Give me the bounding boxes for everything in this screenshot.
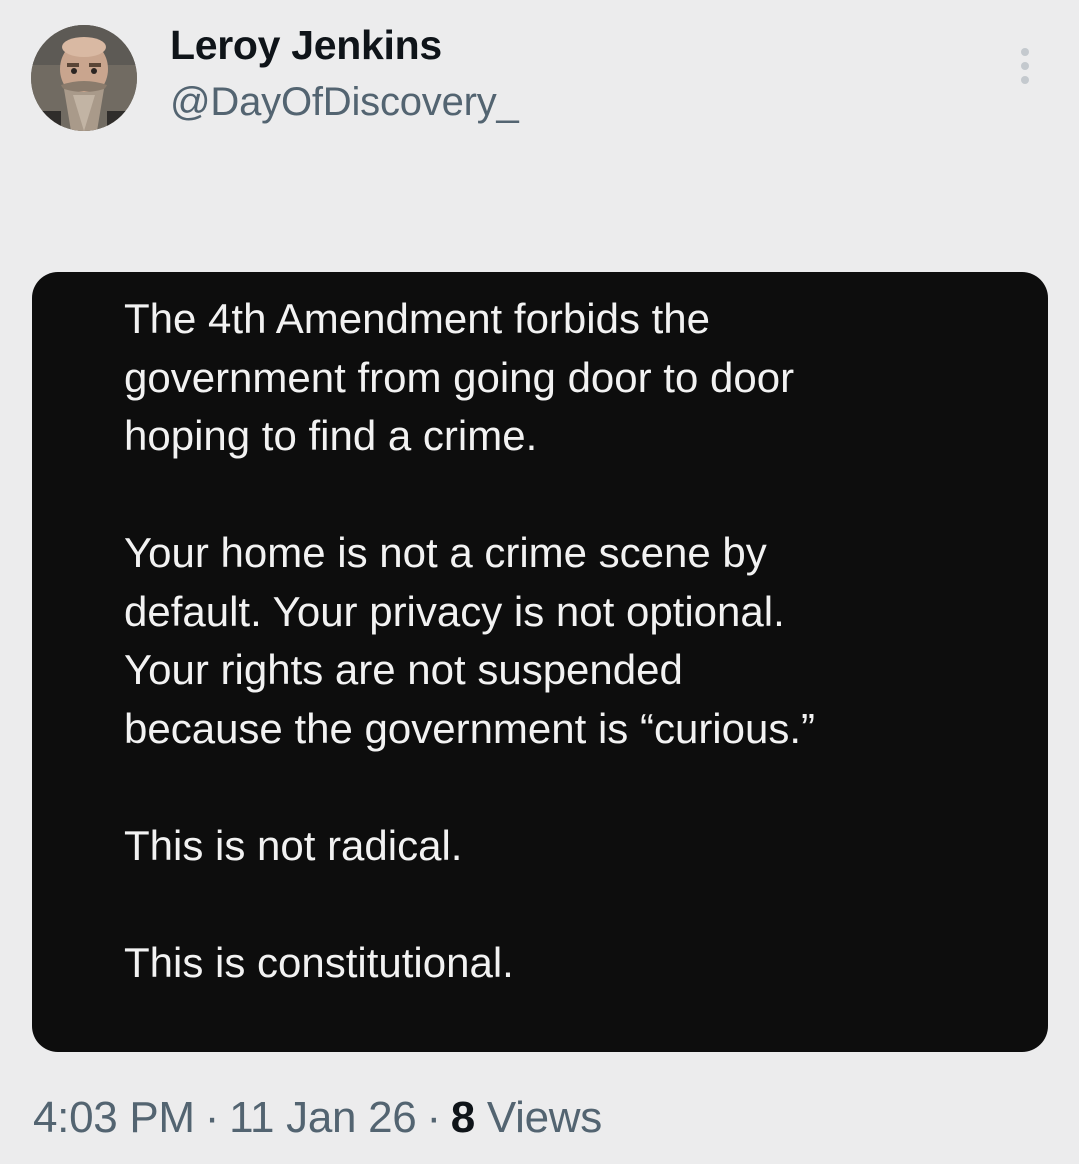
more-dot [1021,62,1029,70]
avatar[interactable] [31,25,137,131]
author-handle[interactable]: @DayOfDiscovery_ [170,80,519,125]
meta-separator: · [204,1093,220,1142]
user-avatar-icon [31,25,137,131]
tweet-date[interactable]: 11 Jan 26 [229,1093,417,1142]
more-vertical-icon [1021,48,1029,56]
media-paragraph: The 4th Amendment forbids the government… [124,295,795,459]
views-label: Views [486,1093,602,1142]
tweet-detail: Leroy Jenkins @DayOfDiscovery_ The 4th A… [0,0,1079,1164]
media-image[interactable]: The 4th Amendment forbids the government… [32,272,1048,1052]
author-name[interactable]: Leroy Jenkins [170,22,442,69]
media-paragraph: This is not radical. [124,821,463,869]
views-count[interactable]: 8 [451,1093,475,1142]
media-paragraph: Your home is not a crime scene by defaul… [124,529,816,752]
media-text: The 4th Amendment forbids the government… [124,290,1004,992]
tweet-time[interactable]: 4:03 PM [33,1093,195,1142]
media-paragraph: This is constitutional. [124,938,514,986]
tweet-meta: 4:03 PM · 11 Jan 26 · 8 Views [33,1093,602,1143]
more-options-button[interactable] [1010,48,1040,88]
meta-separator: · [426,1093,441,1142]
more-dot [1021,76,1029,84]
